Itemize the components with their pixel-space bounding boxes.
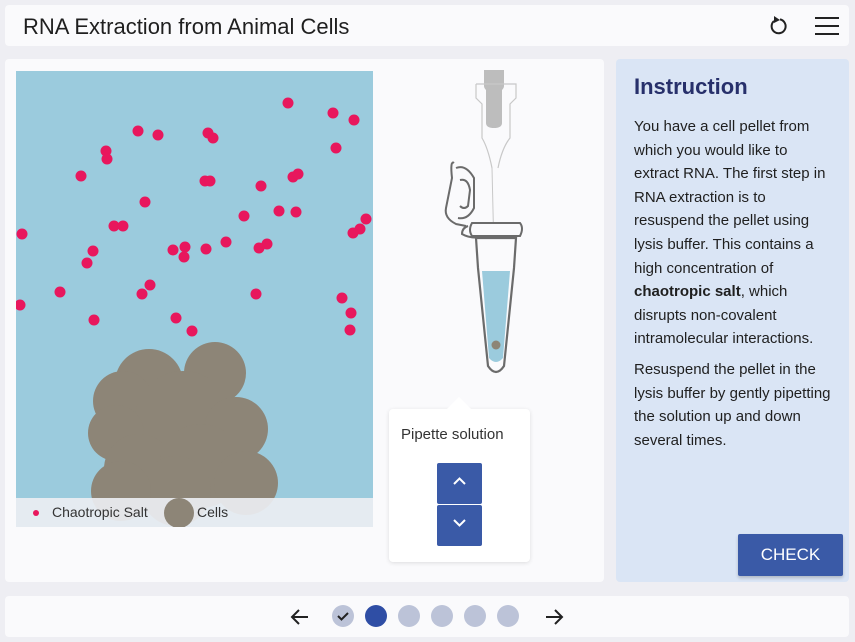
chevron-up-icon (453, 477, 466, 485)
step-dot-4[interactable] (431, 605, 453, 627)
card-pointer (447, 397, 471, 409)
reset-icon[interactable] (765, 13, 791, 39)
tube-illustration (432, 68, 532, 388)
step-dot-6[interactable] (497, 605, 519, 627)
pipette-up-button[interactable] (437, 463, 482, 504)
chevron-down-icon (453, 519, 466, 527)
instruction-paragraph-1: You have a cell pellet from which you wo… (634, 115, 834, 351)
previous-step-button[interactable] (289, 606, 311, 628)
instruction-text-bold: chaotropic salt (634, 283, 741, 301)
cells-legend-marker (164, 498, 194, 527)
step-dot-3[interactable] (398, 605, 420, 627)
particle-view: Chaotropic Salt Cells (16, 71, 373, 527)
instruction-panel: Instruction You have a cell pellet from … (616, 59, 849, 582)
step-navigation (5, 596, 849, 637)
salt-legend-marker (33, 510, 39, 516)
next-step-button[interactable] (543, 606, 565, 628)
pipette-down-button[interactable] (437, 505, 482, 546)
header-bar: RNA Extraction from Animal Cells (5, 5, 849, 46)
instruction-paragraph-2: Resuspend the pellet in the lysis buffer… (634, 360, 831, 449)
instruction-heading: Instruction (634, 74, 748, 99)
cells-legend-label: Cells (197, 504, 229, 520)
legend: Chaotropic Salt Cells (16, 498, 373, 527)
arrow-left-icon (290, 609, 308, 625)
arrow-right-icon (546, 609, 564, 625)
menu-icon[interactable] (813, 13, 841, 39)
pipette-control-card: Pipette solution (389, 397, 530, 562)
instruction-body: You have a cell pellet from which you wo… (634, 115, 834, 459)
particle-canvas (16, 97, 372, 526)
step-dot-1[interactable] (332, 605, 354, 627)
check-button[interactable]: CHECK (738, 534, 843, 576)
pipette-control-label: Pipette solution (401, 426, 504, 443)
chaotropic-salt-particles (16, 97, 372, 337)
step-dot-5[interactable] (464, 605, 486, 627)
salt-legend-label: Chaotropic Salt (52, 504, 148, 520)
checkmark-icon (337, 612, 349, 621)
step-dot-2[interactable] (365, 605, 387, 627)
microcentrifuge-tube-icon (444, 161, 523, 374)
instruction-text-1a: You have a cell pellet from which you wo… (634, 118, 826, 277)
page-title: RNA Extraction from Animal Cells (23, 14, 350, 39)
